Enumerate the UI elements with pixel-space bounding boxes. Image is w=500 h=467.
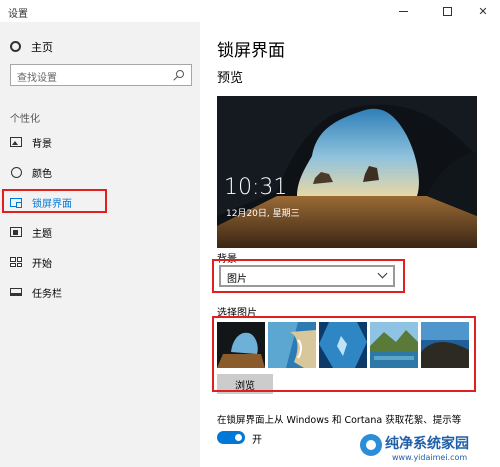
home-link[interactable]: 主页 bbox=[10, 38, 53, 56]
highlight-box bbox=[212, 316, 476, 392]
toggle-knob bbox=[235, 434, 242, 441]
search-placeholder: 查找设置 bbox=[17, 73, 57, 84]
watermark-brand: 纯净系统家园 bbox=[385, 436, 469, 452]
minimize-button[interactable] bbox=[386, 0, 420, 22]
sidebar-item-taskbar[interactable]: 任务栏 bbox=[0, 278, 200, 306]
minimize-icon bbox=[398, 10, 408, 12]
theme-icon bbox=[10, 227, 22, 238]
watermark-logo-icon bbox=[360, 434, 382, 456]
sidebar-item-label: 颜色 bbox=[32, 168, 52, 180]
highlight-box bbox=[2, 189, 107, 213]
sidebar-item-colors[interactable]: 颜色 bbox=[0, 158, 200, 186]
home-label: 主页 bbox=[31, 41, 53, 54]
taskbar-icon bbox=[10, 287, 22, 298]
close-icon: ✕ bbox=[478, 4, 488, 18]
preview-date: 12月20日, 星期三 bbox=[226, 209, 300, 219]
tips-description: 在锁屏界面上从 Windows 和 Cortana 获取花絮、提示等 bbox=[217, 415, 462, 426]
cave-image bbox=[217, 96, 477, 248]
sidebar-item-label: 开始 bbox=[32, 258, 52, 270]
preview-clock: 10:31 bbox=[224, 175, 288, 200]
start-icon bbox=[10, 257, 22, 268]
maximize-icon bbox=[442, 6, 452, 16]
search-input[interactable]: 查找设置 bbox=[10, 64, 192, 86]
page-title: 锁屏界面 bbox=[217, 41, 285, 61]
highlight-box bbox=[212, 259, 405, 293]
title-bar: 设置 ✕ bbox=[0, 0, 500, 22]
sidebar-item-label: 背景 bbox=[32, 138, 52, 150]
sidebar-item-start[interactable]: 开始 bbox=[0, 248, 200, 276]
sidebar-item-label: 主题 bbox=[32, 228, 52, 240]
toggle-state-label: 开 bbox=[252, 435, 262, 446]
picture-icon bbox=[10, 137, 22, 148]
sidebar: 主页 查找设置 个性化 背景 颜色 锁屏界面 主题 开始 任务栏 bbox=[0, 22, 200, 467]
search-icon bbox=[176, 70, 184, 78]
watermark: 纯净系统家园 www.yidaimei.com bbox=[360, 432, 498, 466]
sidebar-item-themes[interactable]: 主题 bbox=[0, 218, 200, 246]
gear-icon bbox=[10, 41, 22, 53]
watermark-url: www.yidaimei.com bbox=[392, 453, 468, 462]
sidebar-item-label: 任务栏 bbox=[32, 288, 62, 300]
lockscreen-preview: 10:31 12月20日, 星期三 bbox=[217, 96, 477, 248]
palette-icon bbox=[10, 166, 22, 178]
window-title: 设置 bbox=[8, 9, 28, 20]
maximize-button[interactable] bbox=[430, 0, 464, 22]
sidebar-item-background[interactable]: 背景 bbox=[0, 128, 200, 156]
preview-heading: 预览 bbox=[217, 71, 244, 86]
section-label: 个性化 bbox=[10, 114, 40, 125]
main-panel: 锁屏界面 预览 10:31 12月20日, 星期三 背景 图片 选择图片 浏览 … bbox=[200, 22, 500, 467]
close-button[interactable]: ✕ bbox=[466, 0, 500, 22]
tips-toggle[interactable] bbox=[217, 431, 245, 444]
